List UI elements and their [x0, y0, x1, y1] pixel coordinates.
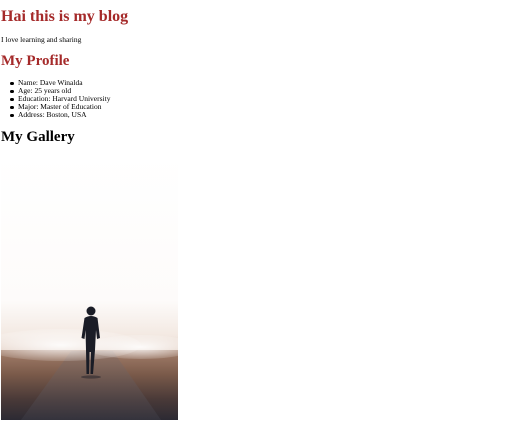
gallery-photo [1, 155, 178, 420]
blog-title: Hai this is my blog [1, 8, 129, 25]
gallery-heading: My Gallery [1, 129, 75, 145]
profile-list: Name: Dave Winalda Age: 25 years old Edu… [1, 79, 110, 119]
profile-item-address: Address: Boston, USA [9, 111, 110, 119]
profile-heading: My Profile [1, 53, 70, 69]
blog-tagline: I love learning and sharing [1, 35, 82, 44]
